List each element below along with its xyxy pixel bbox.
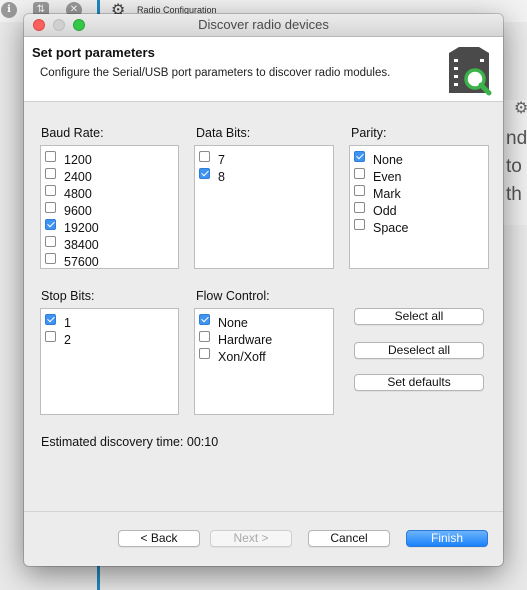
baud-rate-option[interactable]: 38400 [45,233,178,252]
stop-bits-option[interactable]: 1 [45,311,178,330]
checkbox-unchecked[interactable] [45,236,56,247]
checkbox-unchecked[interactable] [199,331,210,342]
data-bits-label: Data Bits: [196,126,251,140]
dialog-titlebar: Discover radio devices [24,14,503,37]
baud-rate-option[interactable]: 57600 [45,250,178,269]
window-close-button[interactable] [33,19,45,31]
checkbox-unchecked[interactable] [199,151,210,162]
dialog-header: Set port parameters Configure the Serial… [24,37,503,102]
radio-discovery-icon [449,47,492,96]
checkbox-unchecked[interactable] [354,168,365,179]
baud-rate-list[interactable]: 1200 2400 4800 9600 19200 38400 57600 [40,145,179,269]
back-button[interactable]: < Back [118,530,200,547]
data-bits-option[interactable]: 8 [199,165,333,184]
checkbox-checked[interactable] [45,314,56,325]
data-bits-option[interactable]: 7 [199,148,333,167]
parity-option[interactable]: None [354,148,488,167]
flow-control-label: Flow Control: [196,289,270,303]
parity-option[interactable]: Space [354,216,488,235]
header-description: Configure the Serial/USB port parameters… [40,67,391,79]
next-button[interactable]: Next > [210,530,292,547]
checkbox-unchecked[interactable] [45,151,56,162]
background-side-gear-icon: ⚙ [514,98,527,117]
baud-rate-option[interactable]: 9600 [45,199,178,218]
footer-divider [24,511,503,512]
checkbox-unchecked[interactable] [45,331,56,342]
checkbox-unchecked[interactable] [45,253,56,264]
checkbox-checked[interactable] [354,151,365,162]
deselect-all-button[interactable]: Deselect all [354,342,484,359]
baud-rate-option[interactable]: 1200 [45,148,178,167]
flow-control-option-label: Xon/Xoff [218,349,266,364]
flow-control-list[interactable]: None Hardware Xon/Xoff [194,308,334,415]
select-all-button[interactable]: Select all [354,308,484,325]
checkbox-checked[interactable] [199,314,210,325]
background-info-icon: ℹ [1,2,17,18]
header-title: Set port parameters [32,45,155,60]
background-side-text: nd [506,128,527,149]
window-maximize-button[interactable] [73,19,85,31]
data-bits-list[interactable]: 78 [194,145,334,269]
finish-button[interactable]: Finish [406,530,488,547]
checkbox-checked[interactable] [199,168,210,179]
baud-rate-option[interactable]: 19200 [45,216,178,235]
set-defaults-button[interactable]: Set defaults [354,374,484,391]
background-side-text: th [506,184,522,205]
parity-option-label: Space [373,220,409,235]
flow-control-option[interactable]: None [199,311,333,330]
checkbox-unchecked[interactable] [354,219,365,230]
checkbox-unchecked[interactable] [354,202,365,213]
baud-rate-option[interactable]: 4800 [45,182,178,201]
baud-rate-option[interactable]: 2400 [45,165,178,184]
stop-bits-list[interactable]: 12 [40,308,179,415]
parity-option[interactable]: Odd [354,199,488,218]
checkbox-unchecked[interactable] [45,185,56,196]
parity-label: Parity: [351,126,387,140]
parity-list[interactable]: None Even Mark Odd Space [349,145,489,269]
checkbox-unchecked[interactable] [354,185,365,196]
checkbox-unchecked[interactable] [45,202,56,213]
discover-radio-dialog: Discover radio devices Set port paramete… [24,14,503,566]
checkbox-unchecked[interactable] [199,348,210,359]
baud-rate-label: Baud Rate: [41,126,104,140]
stop-bits-label: Stop Bits: [41,289,95,303]
baud-rate-option-label: 57600 [64,254,99,269]
cancel-button[interactable]: Cancel [308,530,390,547]
stop-bits-option[interactable]: 2 [45,328,178,347]
parity-option[interactable]: Mark [354,182,488,201]
window-minimize-button[interactable] [53,19,65,31]
stop-bits-option-label: 2 [64,332,71,347]
checkbox-unchecked[interactable] [45,168,56,179]
background-side-text: to [506,156,522,177]
dialog-title: Discover radio devices [198,17,329,32]
flow-control-option[interactable]: Xon/Xoff [199,345,333,364]
checkbox-checked[interactable] [45,219,56,230]
flow-control-option[interactable]: Hardware [199,328,333,347]
parity-option[interactable]: Even [354,165,488,184]
data-bits-option-label: 8 [218,169,225,184]
estimated-discovery-time: Estimated discovery time: 00:10 [41,435,219,449]
